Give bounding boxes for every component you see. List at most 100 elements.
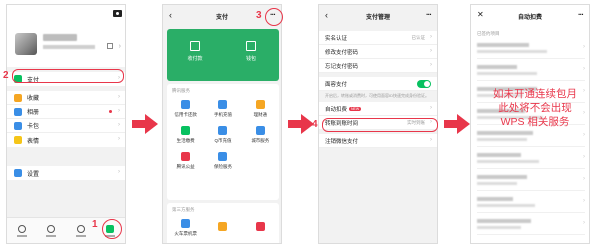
more-icon[interactable]: ··· — [426, 10, 432, 19]
page-title: 支付 — [215, 14, 228, 21]
service-icon — [181, 126, 191, 135]
tab-discover[interactable] — [72, 224, 90, 237]
service-label: 火车票机票 — [174, 231, 197, 236]
contract-row[interactable]: › — [477, 215, 585, 235]
row-auto-deduct[interactable]: 自动扣费 NEW › — [319, 102, 437, 116]
tab-contacts[interactable] — [42, 224, 60, 237]
close-icon[interactable]: ✕ — [477, 10, 484, 19]
contract-row[interactable]: › — [477, 193, 585, 213]
row-cancel-pay[interactable]: 注销微信支付 › — [319, 134, 437, 148]
step-4-marker: 4 — [312, 119, 318, 130]
row-value: 已认证 — [411, 35, 426, 40]
contract-subtitle-blurred — [477, 50, 547, 53]
service-icon — [255, 126, 265, 135]
chevron-right-icon: › — [118, 169, 120, 175]
menu-item-favorites[interactable]: 收藏 › — [7, 91, 125, 105]
service-item[interactable]: 理财通 — [242, 96, 279, 122]
highlight-ring-auto-deduct — [322, 118, 438, 132]
contract-subtitle-blurred — [477, 226, 521, 229]
service-item[interactable]: 生活缴费 — [167, 122, 204, 148]
contract-row[interactable]: › — [477, 39, 585, 59]
chevron-right-icon: › — [583, 220, 585, 226]
avatar[interactable] — [15, 33, 37, 55]
menu-item-label: 卡包 — [27, 124, 40, 130]
row-label: 注销微信支付 — [325, 138, 359, 145]
contacts-icon — [47, 224, 56, 233]
menu-item-label: 收藏 — [27, 96, 40, 102]
service-icon — [181, 219, 191, 228]
service-item[interactable]: 腾讯公益 — [167, 148, 204, 174]
service-icon — [255, 222, 265, 231]
back-icon[interactable]: ‹ — [325, 10, 328, 20]
service-item[interactable]: 手机充值 — [204, 96, 241, 122]
chevron-right-icon: › — [430, 62, 432, 68]
contract-row[interactable]: › — [477, 61, 585, 81]
wps-note: 如未开通连续包月此处将不会出现 WPS 相关服务 — [493, 88, 577, 128]
section-header: 第三方服务 — [172, 207, 195, 212]
tencent-services-panel: 腾讯服务 信用卡还款 手机充值 理财通 生活缴费 Q币充值 城市服务 腾讯公益 保险服务 — [167, 84, 279, 200]
chevron-right-icon: › — [583, 66, 585, 72]
scan-pay-icon — [190, 41, 200, 51]
chevron-right-icon: › — [430, 137, 432, 143]
phone-auto-deduct-screen: ✕ 自动扣费 ··· 已签约项目 › › › › › › › › › 如未开通连续包月此处将不会… — [470, 4, 590, 244]
service-item[interactable] — [242, 215, 279, 241]
menu-item-album[interactable]: 相册 › — [7, 105, 125, 119]
service-item[interactable]: 信用卡还款 — [167, 96, 204, 122]
service-icon — [181, 100, 191, 109]
qrcode-icon[interactable] — [107, 43, 113, 49]
compass-icon — [76, 224, 85, 233]
service-item[interactable] — [204, 215, 241, 241]
face-pay-toggle[interactable] — [417, 80, 431, 88]
service-item[interactable]: 保险服务 — [204, 148, 241, 174]
menu-item-cards[interactable]: 卡包 › — [7, 119, 125, 133]
service-label: 手机充值 — [213, 112, 232, 117]
collect-pay-label: 收付款 — [187, 56, 203, 62]
row-change-password[interactable]: 修改支付密码 › — [319, 45, 437, 59]
chevron-right-icon: › — [118, 122, 120, 128]
row-real-name[interactable]: 实名认证 已认证 › — [319, 31, 437, 45]
service-label: Q币充值 — [214, 138, 232, 143]
menu-item-label: 设置 — [27, 171, 40, 178]
step-1-marker: 1 — [92, 219, 98, 230]
service-label: 城市服务 — [251, 138, 270, 143]
back-icon[interactable]: ‹ — [169, 10, 172, 20]
wallet-button[interactable]: 钱包 — [231, 41, 271, 62]
contract-row[interactable]: › — [477, 171, 585, 191]
chevron-right-icon: › — [118, 94, 120, 100]
more-icon[interactable]: ··· — [578, 10, 584, 19]
step-3-marker: 3 — [256, 10, 262, 21]
username-blurred — [43, 34, 77, 41]
section-header: 已签约项目 — [477, 31, 500, 36]
highlight-ring-me-tab — [102, 219, 122, 239]
service-item[interactable]: Q币充值 — [204, 122, 241, 148]
contract-title-blurred — [477, 43, 529, 47]
service-label: 保险服务 — [213, 164, 232, 169]
service-icon — [255, 100, 265, 109]
chevron-right-icon: › — [583, 154, 585, 160]
collect-pay-button[interactable]: 收付款 — [175, 41, 215, 62]
service-icon — [218, 222, 228, 231]
wallet-label: 钱包 — [245, 56, 256, 62]
contract-title-blurred — [477, 219, 531, 223]
menu-item-stickers[interactable]: 表情 › — [7, 133, 125, 147]
chevron-right-icon: › — [118, 108, 120, 114]
row-forgot-password[interactable]: 忘记支付密码 › — [319, 59, 437, 73]
contract-row[interactable]: › — [477, 149, 585, 169]
service-item[interactable]: 火车票机票 — [167, 215, 204, 241]
tab-chats[interactable] — [13, 224, 31, 237]
contract-subtitle-blurred — [477, 160, 539, 163]
service-label: 理财通 — [253, 112, 268, 117]
camera-icon[interactable] — [113, 10, 122, 17]
chevron-right-icon: › — [583, 176, 585, 182]
highlight-ring-more — [265, 8, 283, 26]
profile-header[interactable]: › — [7, 5, 125, 67]
contract-title-blurred — [477, 131, 533, 135]
contract-row[interactable]: › — [477, 127, 585, 147]
service-grid: 信用卡还款 手机充值 理财通生活缴费 Q币充值 城市服务腾讯公益 保险服务 — [167, 96, 279, 174]
row-face-pay: 面容支付 — [319, 77, 437, 91]
nav-bar: ‹ 支付 ··· — [163, 5, 281, 27]
service-item[interactable]: 城市服务 — [242, 122, 279, 148]
menu-item-settings[interactable]: 设置 › — [7, 166, 125, 180]
wechat-id-blurred — [43, 45, 95, 49]
contract-title-blurred — [477, 197, 513, 201]
